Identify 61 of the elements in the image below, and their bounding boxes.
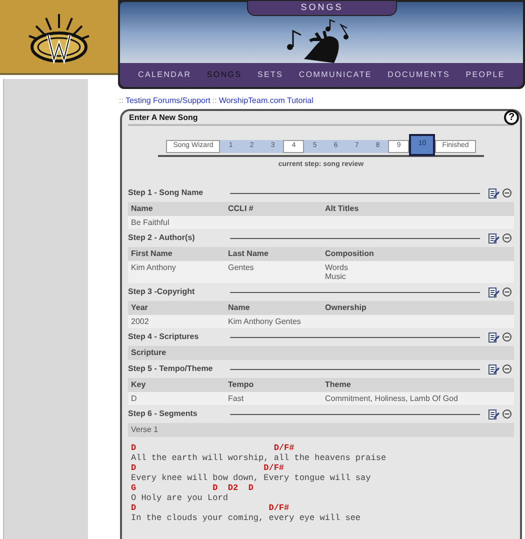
column-header: Last Name — [228, 248, 270, 260]
section-heading: Step 5 - Tempo/Theme — [128, 363, 214, 375]
collapse-icon[interactable] — [502, 409, 512, 419]
table-cell-text: 2002 — [131, 317, 150, 326]
section-heading: Step 2 - Author(s) — [128, 232, 196, 244]
collapse-icon[interactable] — [502, 332, 512, 342]
section-heading: Step 6 - Segments — [128, 408, 198, 420]
link-separator: :: — [212, 95, 217, 107]
edit-icon[interactable] — [488, 332, 500, 342]
nav-link[interactable]: COMMUNICATE — [298, 69, 372, 81]
lyric-line: In the clouds your coming, every eye will see — [131, 513, 361, 523]
column-header: Year — [131, 302, 149, 314]
column-header: CCLI # — [228, 203, 254, 215]
column-header: Alt Titles — [325, 203, 359, 215]
table-cell-text: Music — [325, 272, 347, 281]
table-cell: Words — [325, 263, 348, 272]
chord-line: G D D2 D — [131, 483, 254, 493]
edit-icon[interactable] — [488, 188, 500, 198]
section-heading: Step 3 -Copyright — [128, 286, 196, 298]
column-header: Name — [228, 302, 251, 314]
column-header: Ownership — [325, 302, 366, 314]
collapse-icon[interactable] — [502, 287, 512, 297]
table-cell: Commitment, Holiness, Lamb Of God — [325, 394, 458, 403]
nav-link[interactable]: CALENDAR — [138, 69, 192, 81]
breadcrumb-link[interactable]: WorshipTeam.com Tutorial — [218, 95, 314, 107]
section-heading: Step 1 - Song Name — [128, 187, 204, 199]
lyric-line: O Holy are you Lord — [131, 493, 228, 503]
table-cell-text: Kim Anthony — [131, 263, 177, 272]
chord-line: D D/F# — [131, 443, 294, 453]
lyric-line: All the earth will worship, all the heavens praise — [131, 453, 386, 463]
column-header: Composition — [325, 248, 374, 260]
nav-link[interactable]: SETS — [257, 69, 284, 81]
breadcrumb-link[interactable]: Testing Forums/Support — [125, 95, 210, 107]
edit-icon[interactable] — [488, 408, 500, 420]
chord-line: D D/F# — [131, 503, 290, 513]
table-cell-text: D — [131, 394, 138, 403]
link-separator: :: — [119, 95, 124, 107]
column-header: First Name — [131, 248, 174, 260]
column-header: Key — [131, 379, 147, 391]
segment-label: Verse 1 — [131, 424, 158, 436]
help-button[interactable]: ? — [504, 110, 519, 125]
nav-link[interactable]: DOCUMENTS — [388, 69, 450, 81]
chord-line: D D/F# — [131, 463, 284, 473]
column-header: Name — [131, 203, 154, 215]
lyric-line: Every knee will bow down, Every tongue will say — [131, 473, 371, 483]
table-cell-text: Be Faithful — [131, 218, 170, 227]
edit-icon[interactable] — [488, 232, 500, 244]
edit-icon[interactable] — [488, 286, 500, 298]
column-header: Theme — [325, 379, 351, 391]
collapse-icon[interactable] — [502, 233, 512, 243]
table-cell-text: Fast — [228, 394, 245, 403]
panel-title: Enter A New Song — [128, 112, 198, 124]
nav-link[interactable]: PEOPLE — [466, 69, 505, 81]
column-header: Tempo — [228, 379, 255, 391]
table-cell-text: Gentes — [228, 263, 255, 272]
table-cell-text: Kim Anthony Gentes — [228, 317, 302, 326]
section-heading: Step 4 - Scriptures — [128, 331, 200, 343]
collapse-icon[interactable] — [502, 364, 512, 374]
edit-icon[interactable] — [488, 364, 500, 374]
collapse-icon[interactable] — [502, 188, 512, 198]
column-header: Scripture — [131, 347, 168, 359]
